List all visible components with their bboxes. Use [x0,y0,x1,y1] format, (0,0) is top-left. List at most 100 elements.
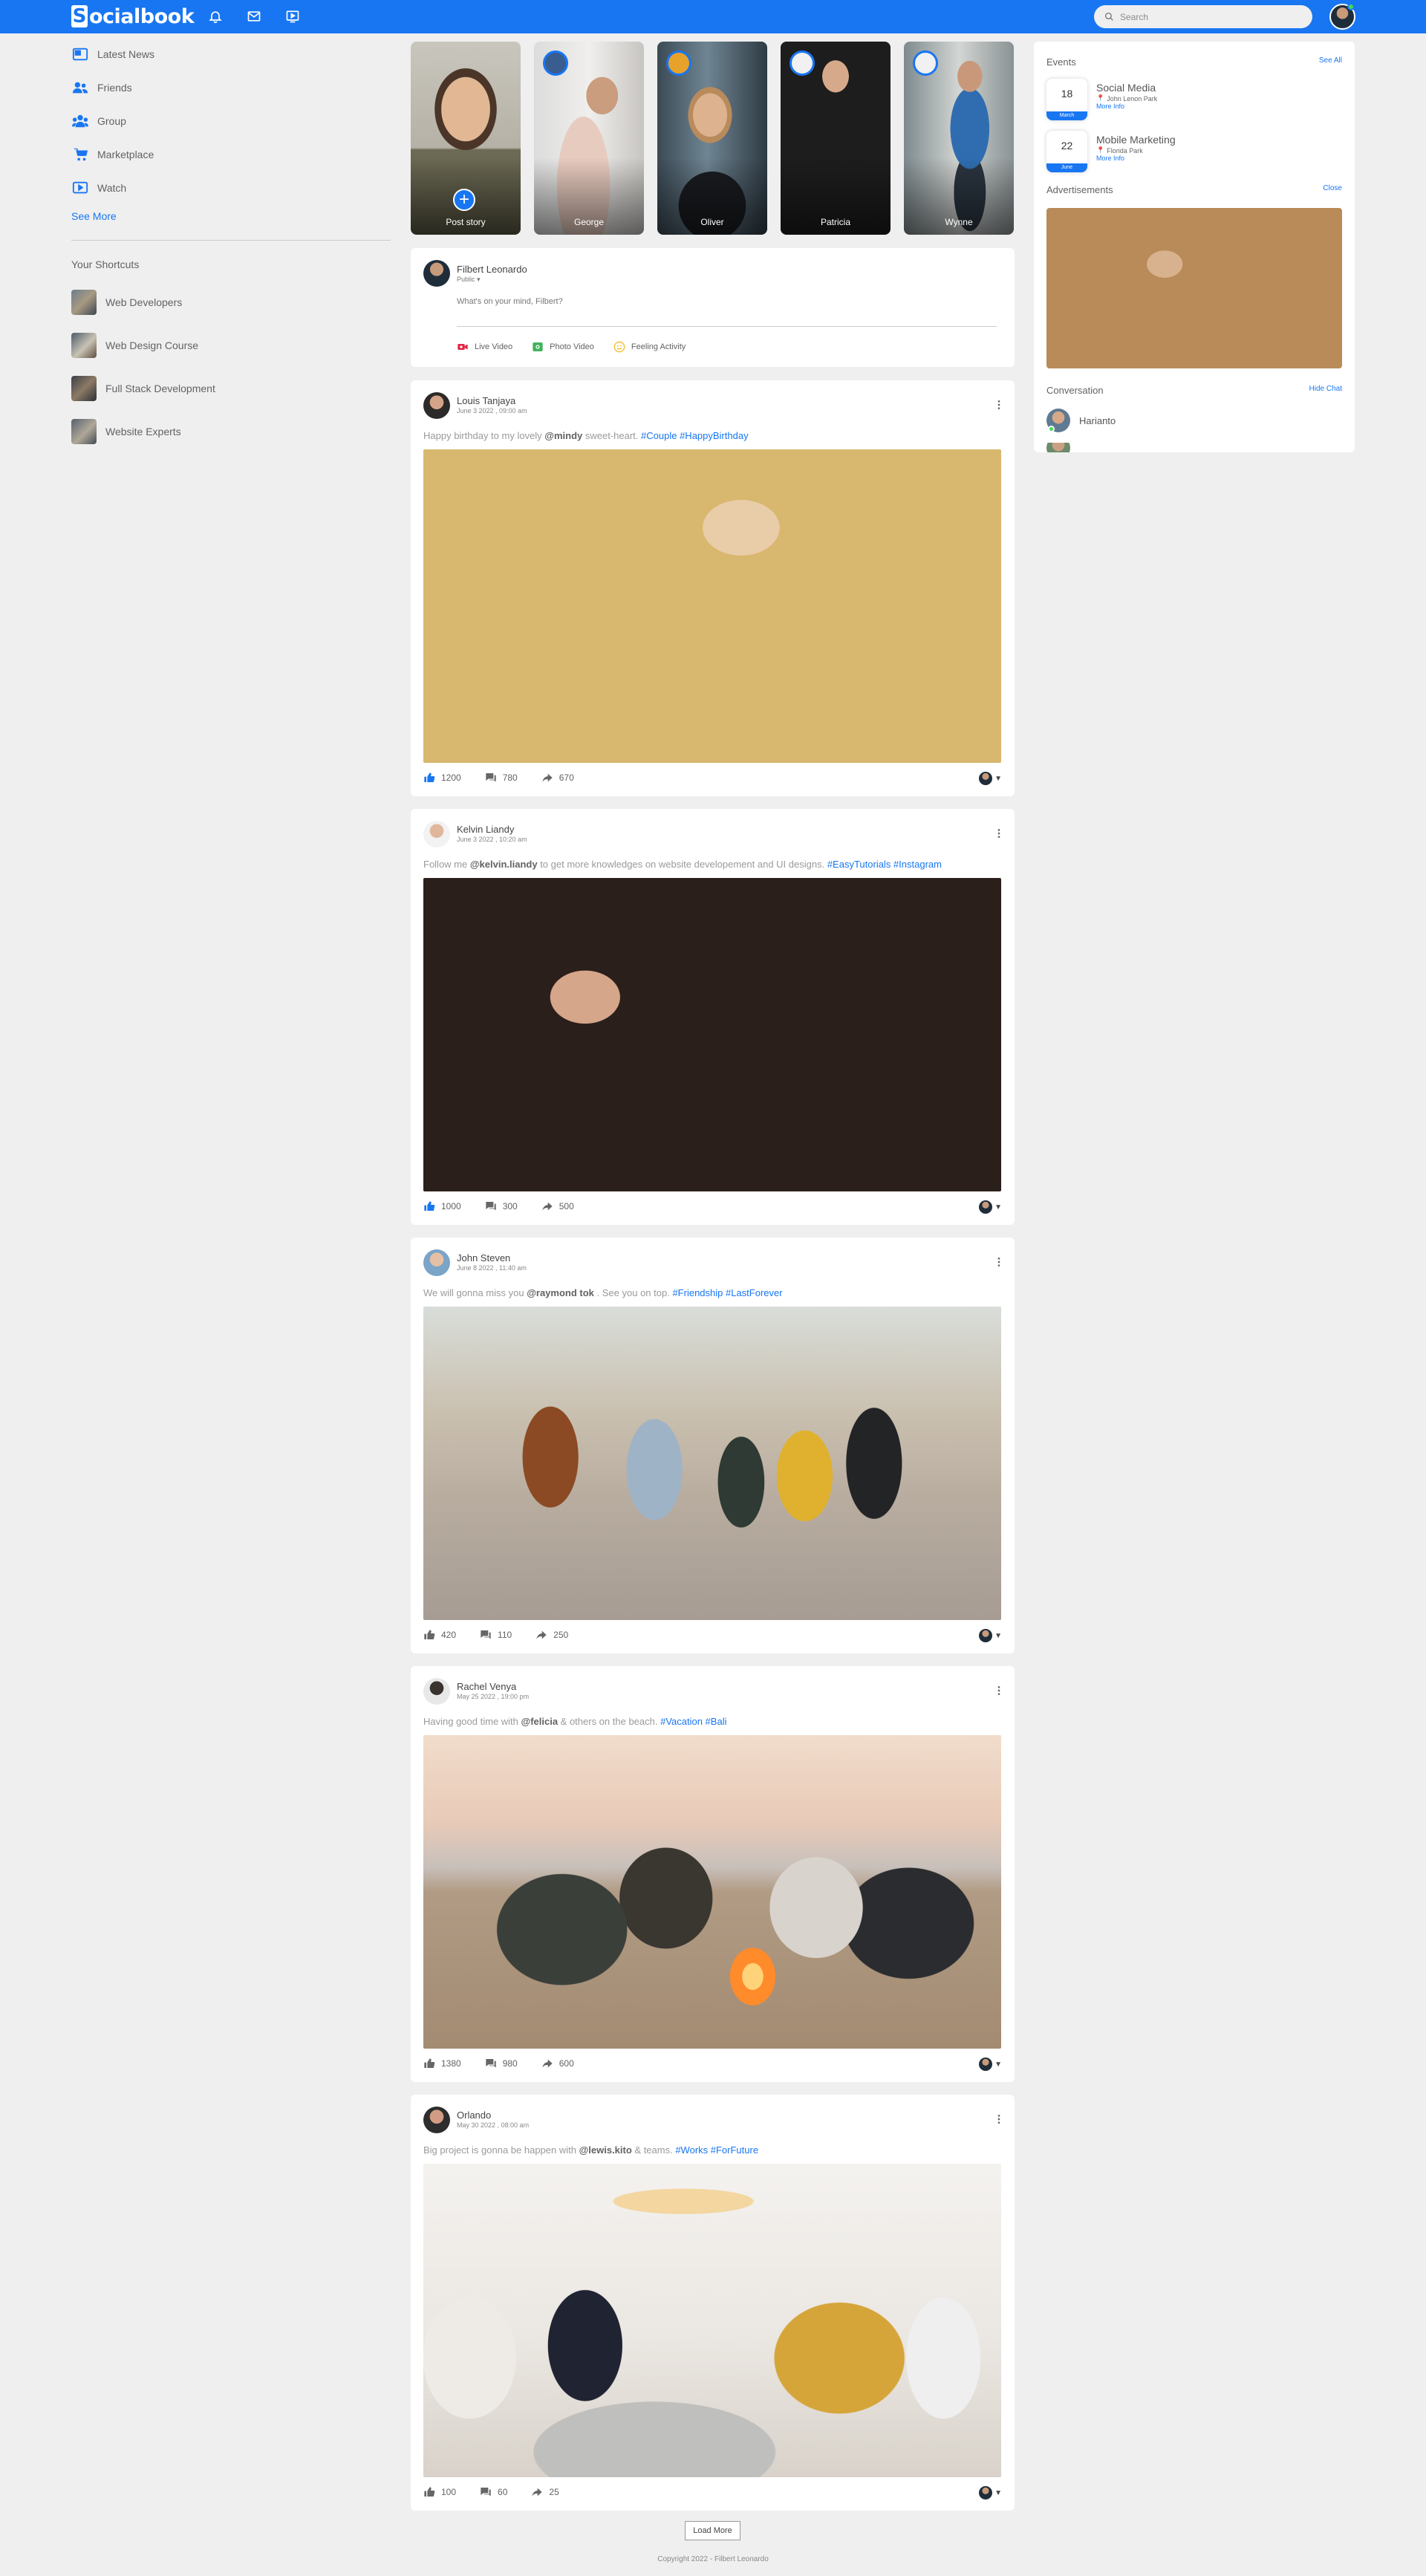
event-more-info-link[interactable]: More Info [1096,103,1124,110]
close-ads-link[interactable]: Close [1323,184,1342,195]
cart-icon [71,146,89,163]
story-card[interactable]: Wynne [904,42,1014,235]
post-author-name[interactable]: Louis Tanjaya [457,395,515,406]
post-author-name[interactable]: Rachel Venya [457,1681,516,1692]
post-author-name[interactable]: John Steven [457,1252,510,1263]
post-author-avatar[interactable] [423,821,450,848]
post-mention[interactable]: @mindy [544,430,582,441]
comment-count: 300 [502,1201,518,1211]
post-input[interactable] [457,297,997,327]
post-author-name[interactable]: Orlando [457,2110,491,2121]
post-author-avatar[interactable] [423,2107,450,2133]
story-card[interactable]: Patricia [781,42,891,235]
sidebar-item-watch[interactable]: Watch [71,171,391,204]
post-image[interactable] [423,449,1001,763]
post-hashtags[interactable]: #EasyTutorials #Instagram [827,859,942,870]
share-button[interactable]: 500 [541,1200,574,1212]
sidebar-item-marketplace[interactable]: Marketplace [71,137,391,171]
post-options-icon[interactable] [994,1685,1004,1696]
comment-button[interactable]: 60 [480,2486,507,2498]
search-input[interactable] [1120,11,1298,22]
post-image[interactable] [423,1735,1001,2049]
post-author-name[interactable]: Kelvin Liandy [457,824,514,835]
inbox-icon[interactable] [244,7,264,26]
shortcut-label: Website Experts [105,426,181,438]
post-options-icon[interactable] [994,400,1004,410]
post-options-icon[interactable] [994,2114,1004,2124]
like-button[interactable]: 420 [423,1629,456,1641]
comment-button[interactable]: 110 [480,1629,512,1641]
share-button[interactable]: 670 [541,772,574,784]
comment-button[interactable]: 980 [485,2058,518,2069]
post-author-avatar[interactable] [423,392,450,419]
video-icon[interactable] [283,7,302,26]
share-button[interactable]: 250 [535,1629,568,1641]
advertisement-image[interactable] [1046,208,1342,368]
photo-video-button[interactable]: Photo Video [532,341,594,353]
post-image[interactable] [423,1307,1001,1620]
friends-icon [71,79,89,97]
event-item[interactable]: 18 March Social Media 📍 John Lenon Park M… [1046,79,1342,122]
post-profile-selector[interactable]: ▼ [979,1629,1002,1642]
story-card[interactable]: George [534,42,644,235]
story-label: Wynne [945,217,973,227]
story-avatar [666,51,691,76]
hide-chat-link[interactable]: Hide Chat [1309,385,1342,396]
story-card[interactable]: Oliver [657,42,767,235]
like-button[interactable]: 1380 [423,2058,461,2069]
post-hashtags[interactable]: #Vacation #Bali [660,1716,726,1727]
sidebar-item-friends[interactable]: Friends [71,71,391,104]
post-options-icon[interactable] [994,828,1004,839]
post-author-avatar[interactable] [423,1249,450,1276]
post-mention[interactable]: @raymond tok [527,1287,594,1298]
post-mention[interactable]: @felicia [521,1716,559,1727]
conversation-item[interactable]: Harianto [1046,409,1116,432]
see-more-link[interactable]: See More [71,210,391,222]
post-hashtags[interactable]: #Couple #HappyBirthday [641,430,749,441]
event-item[interactable]: 22 June Mobile Marketing 📍 Florida Park M… [1046,131,1342,174]
share-button[interactable]: 25 [531,2486,559,2498]
post-options-icon[interactable] [994,1257,1004,1267]
see-all-link[interactable]: See All [1319,56,1342,68]
post-profile-selector[interactable]: ▼ [979,772,1002,785]
post-image[interactable] [423,2164,1001,2477]
like-button[interactable]: 100 [423,2486,456,2498]
shortcut-item[interactable]: Web Developers [71,281,391,324]
story-card-post[interactable]: + Post story [411,42,521,235]
share-count: 600 [559,2058,574,2069]
share-button[interactable]: 600 [541,2058,574,2069]
privacy-selector[interactable]: Public ▾ [457,276,481,284]
shortcut-item[interactable]: Web Design Course [71,324,391,367]
like-button[interactable]: 1200 [423,772,461,784]
shortcut-item[interactable]: Full Stack Development [71,367,391,410]
post-profile-selector[interactable]: ▼ [979,2058,1002,2071]
load-more-button[interactable]: Load More [685,2521,740,2540]
sidebar-item-latest-news[interactable]: Latest News [71,37,391,71]
post-profile-selector[interactable]: ▼ [979,2486,1002,2499]
post-card: John Steven June 8 2022 , 11:40 am We wi… [411,1237,1015,1653]
post-mention[interactable]: @kelvin.liandy [470,859,538,870]
caret-down-icon: ▾ [477,276,481,283]
search-bar[interactable] [1094,5,1312,28]
post-profile-selector[interactable]: ▼ [979,1200,1002,1214]
comment-button[interactable]: 780 [485,772,518,784]
notification-bell-icon[interactable] [206,7,225,26]
event-date-badge: 18 March [1046,79,1087,120]
like-button[interactable]: 1000 [423,1200,461,1212]
post-author-avatar[interactable] [423,1678,450,1705]
sidebar-item-label: Watch [97,181,127,194]
feeling-activity-button[interactable]: Feeling Activity [613,341,686,353]
event-more-info-link[interactable]: More Info [1096,155,1124,162]
sidebar-item-group[interactable]: Group [71,104,391,137]
live-video-button[interactable]: Live Video [457,341,512,353]
logo[interactable]: S ocialbook [71,4,195,29]
shortcut-thumbnail [71,290,97,315]
conversation-item-partial[interactable] [1046,443,1079,452]
post-hashtags[interactable]: #Works #ForFuture [675,2144,758,2156]
post-mention[interactable]: @lewis.kito [579,2144,632,2156]
comment-button[interactable]: 300 [485,1200,518,1212]
add-story-icon[interactable]: + [453,189,475,211]
post-hashtags[interactable]: #Friendship #LastForever [672,1287,782,1298]
shortcut-item[interactable]: Website Experts [71,410,391,453]
post-image[interactable] [423,878,1001,1191]
